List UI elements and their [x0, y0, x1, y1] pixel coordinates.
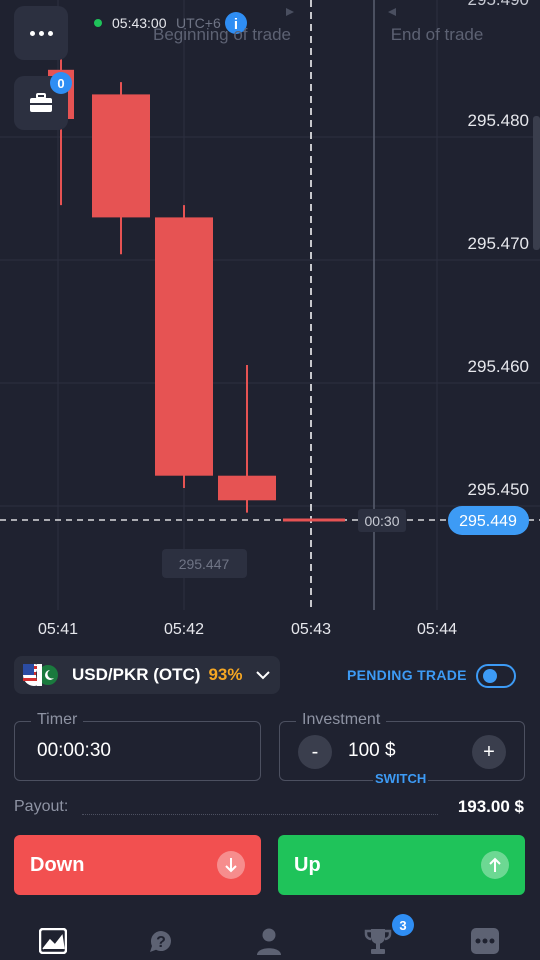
current-price-label: 295.449	[459, 513, 517, 530]
arrow-right-icon	[286, 8, 294, 16]
arrow-up-icon	[481, 851, 509, 879]
trophy-icon	[364, 929, 392, 954]
menu-button[interactable]	[14, 6, 68, 60]
asset-selector[interactable]: USD/PKR (OTC) 93%	[14, 656, 280, 694]
down-button-label: Down	[30, 853, 85, 876]
currency-flags-icon	[22, 662, 62, 688]
payout-label: Payout:	[14, 798, 69, 815]
more-icon	[471, 928, 499, 954]
help-icon: ?	[150, 931, 171, 952]
switch-currency-button[interactable]: SWITCH	[373, 771, 429, 786]
countdown-label: 00:30	[364, 513, 399, 529]
y-tick-label: 295.460	[468, 357, 529, 376]
down-button[interactable]: Down	[14, 835, 261, 895]
bottom-navigation: ? 3	[0, 912, 540, 960]
beginning-of-trade-label: Beginning of trade	[153, 25, 291, 44]
arrow-left-icon	[388, 8, 396, 16]
nav-more[interactable]	[470, 926, 500, 956]
asset-payout-percent: 93%	[208, 665, 243, 684]
more-dots-icon	[29, 30, 53, 36]
candle-body	[92, 94, 150, 218]
chart-scrollbar[interactable]	[533, 116, 540, 250]
up-button-label: Up	[294, 853, 321, 876]
x-tick-label: 05:42	[164, 621, 204, 638]
nav-profile[interactable]	[254, 926, 284, 956]
asset-name: USD/PKR (OTC)	[72, 665, 201, 684]
investment-legend: Investment	[296, 711, 387, 729]
tournaments-badge: 3	[392, 914, 414, 936]
nav-tournaments[interactable]	[363, 926, 393, 956]
price-chart[interactable]: 295.490 295.480 295.470 295.460 295.450 …	[0, 0, 540, 650]
arrow-down-icon	[217, 851, 245, 879]
low-price-label: 295.447	[179, 556, 230, 572]
candle-body	[155, 217, 213, 476]
live-dot	[94, 19, 102, 27]
x-tick-label: 05:44	[417, 621, 457, 638]
pending-trade-label: PENDING TRADE	[347, 667, 467, 683]
profile-icon	[257, 928, 281, 955]
y-tick-label: 295.470	[468, 234, 529, 253]
y-tick-label: 295.490	[468, 0, 529, 9]
nav-chart[interactable]	[38, 926, 68, 956]
up-button[interactable]: Up	[278, 835, 525, 895]
end-of-trade-label: End of trade	[391, 25, 484, 44]
timer-field[interactable]: Timer 00:00:30	[14, 711, 261, 781]
x-tick-label: 05:41	[38, 621, 78, 638]
chevron-down-icon	[256, 671, 271, 680]
pending-trade-toggle[interactable]	[476, 664, 516, 688]
investment-value: 100 $	[348, 740, 396, 761]
chart-icon	[39, 928, 67, 954]
timer-legend: Timer	[31, 711, 84, 729]
y-tick-label: 295.480	[468, 111, 529, 130]
increase-investment-button[interactable]: +	[472, 735, 506, 769]
x-tick-label: 05:43	[291, 621, 331, 638]
nav-help[interactable]: ?	[146, 926, 176, 956]
candle-body	[218, 475, 276, 501]
payout-divider	[82, 814, 438, 815]
payout-value: 193.00 $	[457, 797, 524, 816]
svg-text:?: ?	[156, 934, 166, 951]
decrease-investment-button[interactable]: -	[298, 735, 332, 769]
portfolio-badge: 0	[50, 72, 72, 94]
briefcase-icon	[30, 93, 52, 112]
timer-value: 00:00:30	[37, 740, 111, 761]
trading-screen: 295.490 295.480 295.470 295.460 295.450 …	[0, 0, 540, 960]
y-tick-label: 295.450	[468, 480, 529, 499]
